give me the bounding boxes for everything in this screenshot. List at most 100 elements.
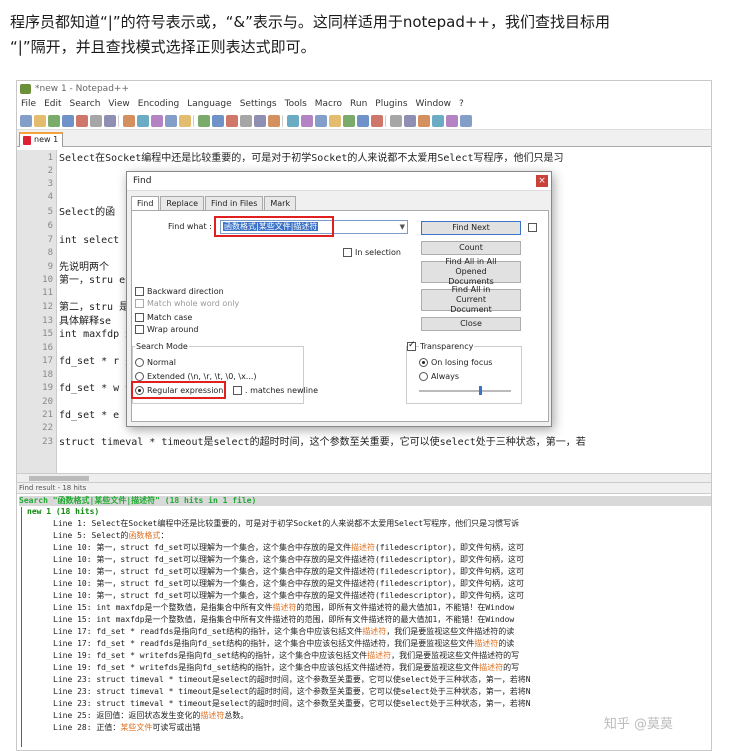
wrap-around-checkbox[interactable] [135,325,144,334]
in-selection-checkbox[interactable] [343,248,352,257]
menu-item-1[interactable]: Edit [44,97,61,112]
sync-h-icon[interactable] [268,114,280,127]
result-hit-line[interactable]: Line 10: 第一，struct fd_set可以理解为一个集合，这个集合中… [53,579,524,589]
menu-item-12[interactable]: ? [459,97,464,112]
zoom-in-icon[interactable] [226,114,238,127]
result-hit-line[interactable]: Line 15: int maxfdp是一个整数值，是指集合中所有文件描述符的范… [53,615,514,625]
tab-new-1[interactable]: new 1 [19,132,64,147]
print-icon[interactable] [104,114,116,127]
save-all-icon[interactable] [62,114,74,127]
udl-icon[interactable] [329,114,341,127]
menu-item-2[interactable]: Search [70,97,101,112]
replace-icon[interactable] [212,114,224,127]
result-hit-line[interactable]: Line 19: fd_set * writefds是指向fd_set结构的指针… [53,663,519,673]
horizontal-scrollbar[interactable] [17,473,711,483]
function-list-icon[interactable] [357,114,369,127]
doc-map-icon[interactable] [343,114,355,127]
toolbar-separator [282,114,285,127]
find-next-button[interactable]: Find Next [421,221,521,235]
menu-item-6[interactable]: Settings [240,97,277,112]
result-hit-line[interactable]: Line 25: 返回值：返回状态发生变化的描述符总数。 [53,711,248,721]
backward-checkbox[interactable] [135,287,144,296]
result-hit-line[interactable]: Line 17: fd_set * readfds是指向fd_set结构的指针，… [53,627,514,637]
play-multi-icon[interactable] [446,114,458,127]
find-all-opened-button[interactable]: Find All in All Opened Documents [421,257,521,286]
menu-item-9[interactable]: Run [350,97,367,112]
count-button[interactable]: Count [421,241,521,255]
zoom-out-icon[interactable] [240,114,252,127]
result-hit-line[interactable]: Line 23: struct timeval * timeout是select… [53,699,531,709]
transparency-slider[interactable] [419,386,511,395]
menu-item-4[interactable]: Encoding [138,97,179,112]
folder-icon[interactable] [371,114,383,127]
matches-newline-checkbox[interactable] [233,386,242,395]
hit-pre: Line 19: fd_set * writefds是指向fd_set结构的指针… [53,663,480,672]
result-hit-line[interactable]: Line 23: struct timeval * timeout是select… [53,687,531,697]
result-hit-line[interactable]: Line 28: 正值：某些文件可读写或出错 [53,723,200,733]
paste-icon[interactable] [151,114,163,127]
undo-icon[interactable] [165,114,177,127]
result-hit-line[interactable]: Line 10: 第一，struct fd_set可以理解为一个集合，这个集合中… [53,591,524,601]
find-next-checkbox[interactable] [528,223,537,232]
copy-icon[interactable] [137,114,149,127]
find-icon[interactable] [198,114,210,127]
menu-item-10[interactable]: Plugins [375,97,407,112]
slider-knob[interactable] [479,386,482,395]
tab-find-in-files[interactable]: Find in Files [205,196,264,210]
notepad-app-icon [20,84,31,94]
transparency-checkbox[interactable] [407,340,416,351]
extended-radio[interactable] [135,372,144,381]
all-chars-icon[interactable] [301,114,313,127]
tab-mark[interactable]: Mark [264,196,297,210]
result-hit-line[interactable]: Line 5: Select的函数格式： [53,531,168,541]
results-search-line[interactable]: Search "函数格式|某些文件|描述符" (18 hits in 1 fil… [19,496,711,506]
results-file-line[interactable]: new 1 (18 hits) [27,507,99,517]
result-hit-line[interactable]: Line 10: 第一，struct fd_set可以理解为一个集合，这个集合中… [53,555,524,565]
result-hit-line[interactable]: Line 19: fd_set * writefds是指向fd_set结构的指针… [53,651,519,661]
editor-line[interactable]: 1 Select在Socket编程中还是比较重要的，可是对于初学Socket的人… [17,152,711,165]
close-button[interactable]: Close [421,317,521,331]
menu-item-8[interactable]: Macro [315,97,342,112]
close-icon[interactable]: × [536,175,548,187]
find-panel: Find what : 函数格式|某些文件|描述符 ▼ In selection… [131,210,549,422]
result-hit-line[interactable]: Line 10: 第一，struct fd_set可以理解为一个集合，这个集合中… [53,543,524,553]
scrollbar-thumb[interactable] [29,476,89,481]
menu-item-11[interactable]: Window [416,97,452,112]
result-hit-line[interactable]: Line 15: int maxfdp是一个整数值，是指集合中所有文件描述符的范… [53,603,514,613]
record-icon[interactable] [404,114,416,127]
match-case-checkbox[interactable] [135,313,144,322]
result-hit-line[interactable]: Line 17: fd_set * readfds是指向fd_set结构的指针，… [53,639,514,649]
monitor-icon[interactable] [390,114,402,127]
stop-icon[interactable] [418,114,430,127]
indent-guide-icon[interactable] [315,114,327,127]
whole-word-checkbox[interactable] [135,299,144,308]
find-all-current-button[interactable]: Find All in Current Document [421,285,521,314]
chevron-down-icon[interactable]: ▼ [400,221,405,233]
redo-icon[interactable] [179,114,191,127]
tab-replace[interactable]: Replace [160,196,205,210]
new-icon[interactable] [20,114,32,127]
menu-item-0[interactable]: File [21,97,36,112]
close-all-icon[interactable] [90,114,102,127]
sync-v-icon[interactable] [254,114,266,127]
intro-line-1: 程序员都知道“|”的符号表示或，“&”表示与。这同样适用于notepad++，我… [10,13,611,31]
result-hit-line[interactable]: Line 10: 第一，struct fd_set可以理解为一个集合，这个集合中… [53,567,524,577]
tab-find[interactable]: Find [131,196,160,210]
save-macro-icon[interactable] [460,114,472,127]
result-hit-line[interactable]: Line 1: Select在Socket编程中还是比较重要的，可是对于初学So… [53,519,519,529]
save-icon[interactable] [48,114,60,127]
cut-icon[interactable] [123,114,135,127]
menu-item-3[interactable]: View [108,97,129,112]
result-hit-line[interactable]: Line 23: struct timeval * timeout是select… [53,675,531,685]
wrap-icon[interactable] [287,114,299,127]
normal-radio[interactable] [135,358,144,367]
editor-line[interactable]: 23 struct timeval * timeout是select的超时时间，这… [17,436,711,449]
menu-item-7[interactable]: Tools [285,97,307,112]
always-radio[interactable] [419,372,428,381]
menu-item-5[interactable]: Language [187,97,231,112]
line-number: 7 [47,235,53,245]
close-icon[interactable] [76,114,88,127]
on-losing-focus-radio[interactable] [419,358,428,367]
open-icon[interactable] [34,114,46,127]
play-icon[interactable] [432,114,444,127]
